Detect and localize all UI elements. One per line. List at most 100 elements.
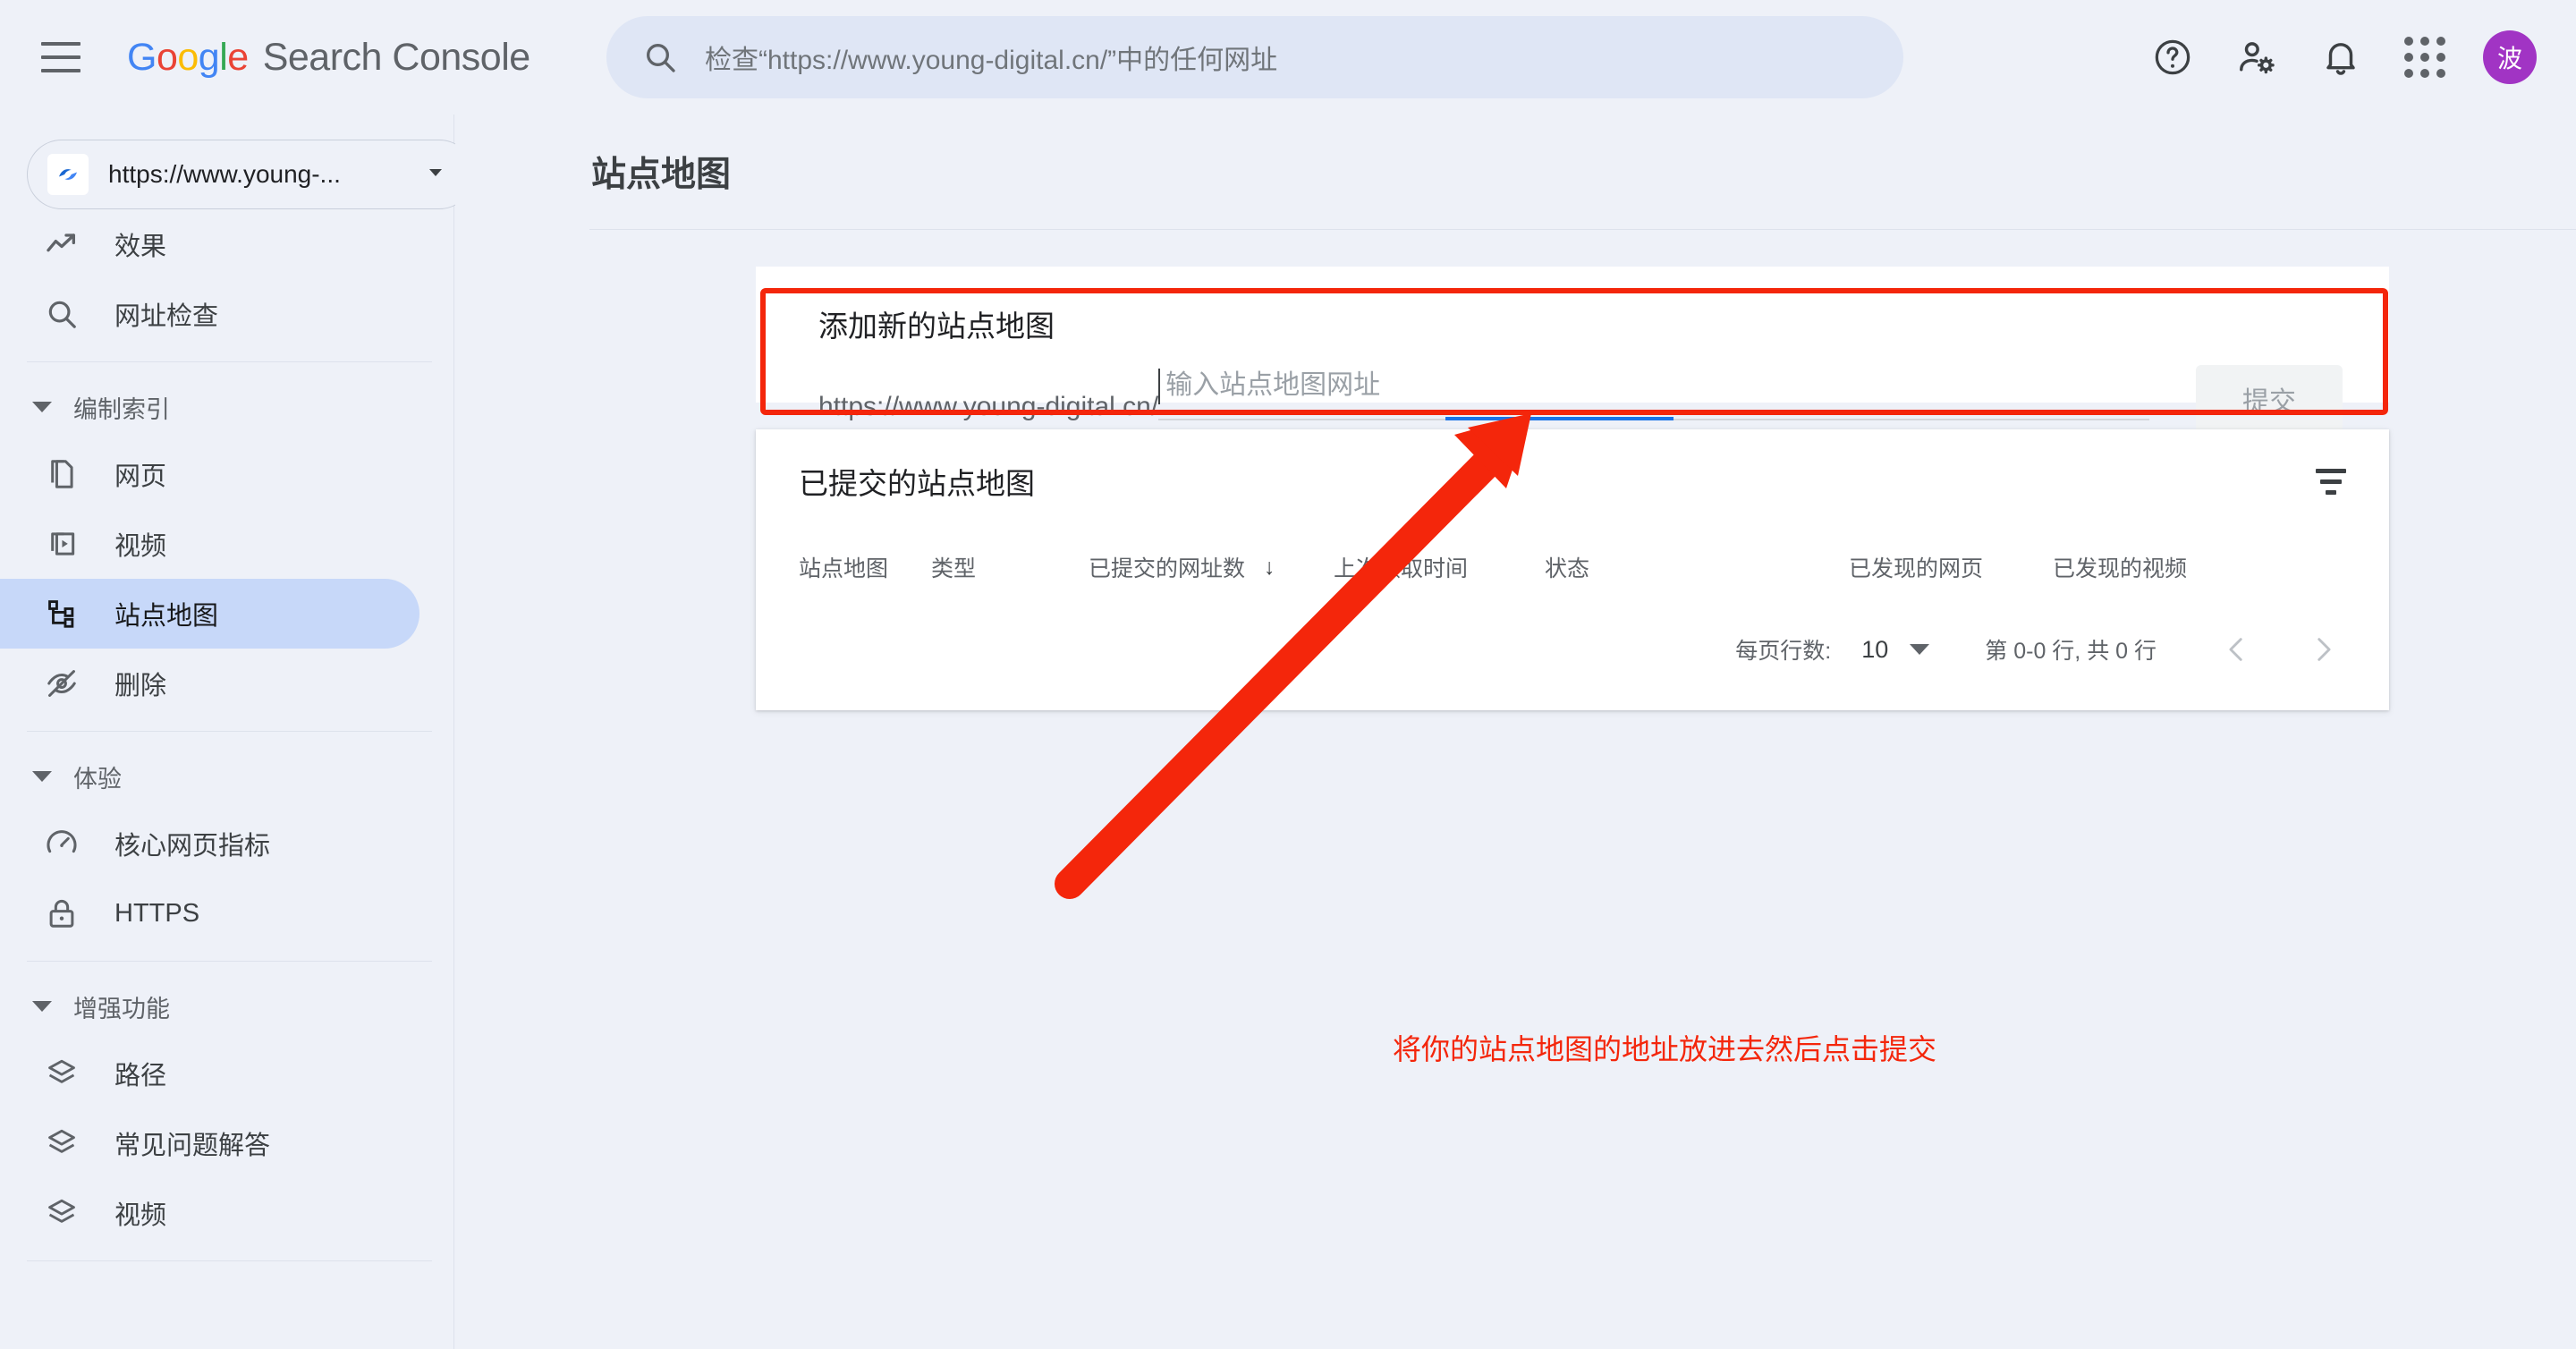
- sitemap-input-row: https://www.young-digital.cn/ 输入站点地图网址 提…: [818, 365, 2343, 433]
- search-icon: [642, 39, 678, 75]
- search-input[interactable]: 检查“https://www.young-digital.cn/”中的任何网址: [606, 16, 1903, 98]
- sidebar-item-videos-enhancement[interactable]: 视频: [0, 1178, 419, 1248]
- column-header-sitemap[interactable]: 站点地图: [799, 551, 931, 583]
- sidebar-item-label: 效果: [114, 233, 167, 261]
- text-cursor: [1158, 369, 1161, 404]
- column-header-type[interactable]: 类型: [931, 551, 1089, 583]
- filter-icon[interactable]: [2316, 468, 2346, 495]
- input-focus-underline: [1445, 417, 1674, 420]
- bell-icon[interactable]: [2299, 15, 2383, 99]
- layers-icon: [41, 1123, 82, 1164]
- pages-icon: [41, 454, 82, 495]
- triangle-down-icon[interactable]: [1910, 644, 1930, 655]
- submit-button[interactable]: 提交: [2196, 365, 2343, 433]
- sidebar-divider: [27, 361, 432, 362]
- site-favicon-icon: [47, 154, 89, 195]
- sidebar-item-label: HTTPS: [114, 898, 200, 928]
- sidebar-item-core-web-vitals[interactable]: 核心网页指标: [0, 809, 419, 878]
- trending-up-icon: [41, 224, 82, 265]
- table-column-headers: 站点地图 类型 已提交的网址数 ↓ 上次读取时间 状态 已发现的网页 已发现的视…: [756, 551, 2389, 583]
- layers-icon: [41, 1192, 82, 1234]
- sidebar-item-removals[interactable]: 删除: [0, 649, 419, 718]
- logo-letter: o: [156, 35, 178, 79]
- sidebar-group-experience[interactable]: 体验: [0, 744, 453, 809]
- property-selector[interactable]: https://www.young-...: [27, 140, 474, 209]
- sidebar-item-label: 网址检查: [114, 302, 219, 331]
- sidebar-divider: [27, 731, 432, 732]
- search-icon: [41, 293, 82, 335]
- triangle-down-icon: [32, 402, 52, 412]
- page-title: 站点地图: [591, 156, 732, 194]
- sidebar-item-label: 网页: [114, 462, 167, 491]
- annotation-text: 将你的站点地图的地址放进去然后点击提交: [1393, 1033, 1937, 1065]
- logo-letter: g: [198, 35, 220, 79]
- sidebar-group-indexing[interactable]: 编制索引: [0, 375, 453, 439]
- lock-icon: [41, 893, 82, 934]
- app-logo: Google Search Console: [127, 36, 530, 80]
- table-pagination: 每页行数: 10 第 0-0 行, 共 0 行: [756, 623, 2389, 676]
- sidebar-group-label: 编制索引: [73, 395, 170, 423]
- column-header-videos-found[interactable]: 已发现的视频: [2053, 551, 2187, 583]
- sidebar-item-url-inspection[interactable]: 网址检查: [0, 279, 419, 349]
- video-icon: [41, 523, 82, 564]
- sidebar-item-label: 站点地图: [114, 602, 219, 631]
- help-circle-icon[interactable]: [2131, 15, 2215, 99]
- top-bar-actions: 波: [2131, 0, 2544, 115]
- logo-letter: e: [227, 35, 249, 79]
- column-header-last-read[interactable]: 上次读取时间: [1334, 551, 1545, 583]
- sidebar-item-label: 常见问题解答: [114, 1132, 271, 1160]
- url-prefix-label: https://www.young-digital.cn/: [818, 392, 1159, 421]
- sidebar-item-performance[interactable]: 效果: [0, 209, 419, 279]
- sidebar-group-enhancements[interactable]: 增强功能: [0, 974, 453, 1039]
- column-header-status[interactable]: 状态: [1545, 551, 1849, 583]
- apps-grid-dots: [2404, 37, 2445, 78]
- triangle-down-icon: [32, 1001, 52, 1012]
- person-gear-icon[interactable]: [2215, 15, 2299, 99]
- title-divider: [589, 229, 2576, 230]
- sidebar-divider: [27, 1260, 432, 1261]
- chevron-left-icon[interactable]: [2210, 623, 2264, 676]
- add-sitemap-card: 添加新的站点地图 https://www.young-digital.cn/ 输…: [756, 267, 2389, 433]
- sidebar-item-label: 核心网页指标: [114, 832, 271, 861]
- sidebar-item-sitemaps[interactable]: 站点地图: [0, 579, 419, 649]
- sidebar-item-breadcrumbs[interactable]: 路径: [0, 1039, 419, 1108]
- avatar[interactable]: 波: [2483, 30, 2537, 84]
- layers-icon: [41, 1053, 82, 1094]
- rows-per-page-value[interactable]: 10: [1861, 636, 1888, 664]
- sidebar-item-label: 视频: [114, 1201, 167, 1230]
- sitemap-input-placeholder: 输入站点地图网址: [1165, 370, 1381, 400]
- sidebar-divider: [27, 961, 432, 962]
- sidebar-item-label: 删除: [114, 672, 167, 700]
- main-content: 站点地图 添加新的站点地图 https://www.young-digital.…: [455, 115, 2576, 1349]
- column-header-submitted-urls[interactable]: 已提交的网址数: [1089, 551, 1264, 583]
- search-placeholder-text: 检查“https://www.young-digital.cn/”中的任何网址: [705, 46, 1278, 75]
- add-sitemap-title: 添加新的站点地图: [818, 310, 1055, 343]
- apps-grid-icon[interactable]: [2383, 15, 2467, 99]
- sidebar-item-pages[interactable]: 网页: [0, 439, 419, 509]
- submitted-sitemaps-title: 已提交的站点地图: [799, 467, 1035, 500]
- logo-letter: l: [219, 35, 228, 79]
- sitemap-url-input[interactable]: 输入站点地图网址: [1158, 369, 2149, 420]
- chevron-right-icon[interactable]: [2296, 623, 2350, 676]
- triangle-down-icon: [32, 771, 52, 782]
- sidebar-item-faq[interactable]: 常见问题解答: [0, 1108, 419, 1178]
- logo-letter: o: [177, 35, 199, 79]
- avatar-initial: 波: [2496, 45, 2522, 72]
- hamburger-menu-icon[interactable]: [41, 42, 80, 72]
- submitted-sitemaps-card: 已提交的站点地图 站点地图 类型 已提交的网址数 ↓ 上次读取时间 状态 已发现…: [756, 429, 2389, 710]
- top-bar: Google Search Console 检查“https://www.you…: [0, 0, 2576, 115]
- app-root: Google Search Console 检查“https://www.you…: [0, 0, 2576, 1349]
- rows-per-page-label: 每页行数:: [1735, 639, 1832, 664]
- logo-letter: G: [127, 35, 157, 79]
- sidebar-item-https[interactable]: HTTPS: [0, 878, 419, 948]
- speedometer-icon: [41, 823, 82, 864]
- property-label: https://www.young-...: [108, 160, 341, 188]
- sitemap-icon: [41, 593, 82, 634]
- table-header: 已提交的站点地图: [756, 429, 2389, 503]
- eye-off-icon: [41, 663, 82, 704]
- sidebar-item-videos[interactable]: 视频: [0, 509, 419, 579]
- product-name: Search Console: [262, 35, 530, 79]
- column-header-pages-found[interactable]: 已发现的网页: [1849, 551, 2053, 583]
- sort-arrow-down-icon: ↓: [1264, 554, 1275, 580]
- sidebar-group-label: 体验: [73, 765, 122, 793]
